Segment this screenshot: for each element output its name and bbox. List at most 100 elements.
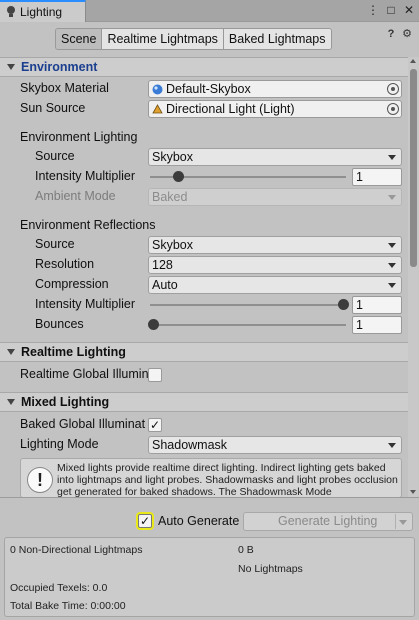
bounces-slider[interactable]: 1 (148, 316, 402, 334)
ambient-mode-label: Ambient Mode (35, 189, 116, 203)
row-source: Source Skybox (0, 147, 408, 167)
reflection-intensity-slider[interactable]: 1 (148, 296, 402, 314)
row-skybox-material: Skybox Material Default-Skybox (0, 79, 408, 99)
compression-dropdown[interactable]: Auto (148, 276, 402, 294)
maximize-icon[interactable]: □ (385, 3, 397, 17)
generate-lighting-button: Generate Lighting (243, 512, 413, 531)
reflection-intensity-label: Intensity Multiplier (35, 297, 136, 311)
material-sphere-icon (152, 84, 163, 94)
info-helpbox: ! Mixed lights provide realtime direct l… (20, 458, 402, 497)
ambient-mode-dropdown: Baked (148, 188, 402, 206)
resolution-dropdown[interactable]: 128 (148, 256, 402, 274)
sun-source-label: Sun Source (20, 101, 86, 115)
slider-handle[interactable] (338, 299, 349, 310)
bake-panel: ✓ Auto Generate Generate Lighting 0 Non-… (0, 497, 419, 620)
auto-generate-toggle[interactable]: ✓ Auto Generate (136, 512, 240, 530)
reflection-intensity-value-field[interactable]: 1 (352, 296, 402, 314)
row-reflection-intensity: Intensity Multiplier 1 (0, 295, 408, 315)
reflection-source-label: Source (35, 237, 75, 251)
section-title: Mixed Lighting (21, 395, 110, 409)
auto-generate-checkbox[interactable]: ✓ (136, 512, 154, 530)
row-baked-gi: Baked Global Illuminat ✓ (0, 415, 408, 435)
skybox-material-value: Default-Skybox (166, 82, 251, 96)
settings-icon[interactable]: ⚙ (401, 28, 413, 40)
intensity-multiplier-label: Intensity Multiplier (35, 169, 136, 183)
realtime-gi-label: Realtime Global Illumin (20, 367, 149, 381)
toolbar-icons: ? ⚙ (385, 28, 413, 40)
section-title: Realtime Lighting (21, 345, 126, 359)
no-lightmaps-text: No Lightmaps (238, 563, 303, 575)
lighting-mode-label: Lighting Mode (20, 437, 99, 451)
bounces-value-field[interactable]: 1 (352, 316, 402, 334)
close-icon[interactable]: ✕ (403, 3, 415, 17)
source-dropdown[interactable]: Skybox (148, 148, 402, 166)
resolution-label: Resolution (35, 257, 95, 271)
row-ambient-mode: Ambient Mode Baked (0, 187, 408, 207)
slider-handle[interactable] (148, 319, 159, 330)
lightbulb-icon (7, 6, 15, 17)
lightmap-stats: 0 Non-Directional Lightmaps 0 B No Light… (4, 537, 415, 617)
lighting-content: Environment Skybox Material Default-Skyb… (0, 57, 408, 497)
intensity-slider[interactable]: 1 (148, 168, 402, 186)
tab-baked-lightmaps[interactable]: Baked Lightmaps (223, 29, 331, 49)
tab-title: Lighting (20, 5, 63, 19)
generate-lighting-label: Generate Lighting (278, 514, 378, 528)
object-picker-icon[interactable] (387, 103, 399, 115)
environment-reflections-heading: Environment Reflections (20, 218, 156, 232)
help-icon[interactable]: ? (385, 28, 397, 40)
window-controls: ⋮ □ ✕ (367, 3, 415, 17)
section-title: Environment (21, 60, 98, 74)
row-reflection-source: Source Skybox (0, 235, 408, 255)
occupied-texels: Occupied Texels: 0.0 (10, 582, 108, 594)
section-mixed-lighting[interactable]: Mixed Lighting (0, 392, 408, 412)
section-realtime-lighting[interactable]: Realtime Lighting (0, 342, 408, 362)
helpbox-text: Mixed lights provide realtime direct lig… (57, 462, 398, 497)
window-tabstrip: Lighting ⋮ □ ✕ (0, 0, 419, 22)
lighting-mode-dropdown[interactable]: Shadowmask (148, 436, 402, 454)
foldout-arrow-icon (7, 349, 15, 355)
slider-track (150, 304, 346, 306)
more-options-icon[interactable]: ⋮ (367, 3, 379, 17)
button-divider (395, 514, 396, 529)
scroll-up-arrow-icon[interactable] (410, 59, 416, 63)
tab-scene[interactable]: Scene (56, 29, 103, 49)
sun-source-field[interactable]: Directional Light (Light) (148, 100, 402, 118)
sun-source-value: Directional Light (Light) (166, 102, 295, 116)
realtime-gi-checkbox[interactable] (148, 368, 162, 382)
source-label: Source (35, 149, 75, 163)
foldout-arrow-icon (7, 64, 15, 70)
scroll-down-arrow-icon[interactable] (410, 490, 416, 494)
scrollbar-thumb[interactable] (410, 69, 417, 267)
bounces-label: Bounces (35, 317, 84, 331)
baked-gi-checkbox[interactable]: ✓ (148, 418, 162, 432)
tab-lighting[interactable]: Lighting (0, 0, 86, 22)
info-icon: ! (27, 467, 53, 493)
row-lighting-mode: Lighting Mode Shadowmask (0, 435, 408, 455)
mode-tabs: Scene Realtime Lightmaps Baked Lightmaps (55, 28, 332, 50)
row-intensity-multiplier: Intensity Multiplier 1 (0, 167, 408, 187)
tab-realtime-lightmaps[interactable]: Realtime Lightmaps (102, 29, 224, 49)
auto-generate-label: Auto Generate (158, 514, 240, 528)
slider-track (150, 324, 346, 326)
row-sun-source: Sun Source Directional Light (Light) (0, 99, 408, 119)
light-icon (152, 103, 163, 113)
section-environment[interactable]: Environment (0, 57, 408, 77)
row-realtime-gi: Realtime Global Illumin (0, 365, 408, 385)
vertical-scrollbar[interactable] (408, 57, 419, 497)
foldout-arrow-icon (7, 399, 15, 405)
row-resolution: Resolution 128 (0, 255, 408, 275)
environment-lighting-heading: Environment Lighting (20, 130, 138, 144)
compression-label: Compression (35, 277, 109, 291)
total-bake-time: Total Bake Time: 0:00:00 (10, 600, 126, 612)
slider-handle[interactable] (173, 171, 184, 182)
nondirectional-count: 0 Non-Directional Lightmaps (10, 544, 143, 556)
reflection-source-dropdown[interactable]: Skybox (148, 236, 402, 254)
lighting-toolbar: Scene Realtime Lightmaps Baked Lightmaps… (0, 22, 419, 56)
baked-gi-label: Baked Global Illuminat (20, 417, 146, 431)
object-picker-icon[interactable] (387, 83, 399, 95)
lightmap-size: 0 B (238, 544, 254, 556)
intensity-value-field[interactable]: 1 (352, 168, 402, 186)
skybox-material-field[interactable]: Default-Skybox (148, 80, 402, 98)
row-bounces: Bounces 1 (0, 315, 408, 335)
skybox-material-label: Skybox Material (20, 81, 109, 95)
